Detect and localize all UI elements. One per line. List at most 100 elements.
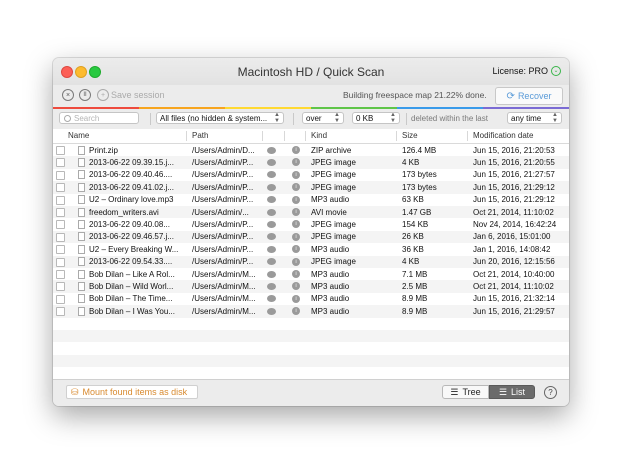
cell-path: /Users/Admin/D... xyxy=(192,145,255,155)
row-checkbox[interactable] xyxy=(56,146,65,155)
table-row[interactable]: 2013-06-22 09.40.46.... /Users/Admin/P...… xyxy=(53,169,569,181)
info-icon[interactable]: i xyxy=(292,245,300,254)
filter-divider xyxy=(150,113,151,125)
recover-button[interactable]: ⟳ Recover xyxy=(495,87,563,105)
info-icon[interactable]: i xyxy=(292,183,300,192)
cell-path: /Users/Admin/M... xyxy=(192,281,256,291)
preview-eye-icon[interactable] xyxy=(267,158,276,166)
cell-modified: Jun 15, 2016, 21:29:12 xyxy=(473,182,555,192)
pause-scan-button[interactable]: II xyxy=(79,89,91,101)
column-header-kind[interactable]: Kind xyxy=(311,131,327,140)
empty-row xyxy=(53,318,569,330)
row-checkbox[interactable] xyxy=(56,307,65,317)
size-operator-select[interactable]: over ▲ ▼ xyxy=(302,112,344,124)
table-row[interactable]: Print.zip/Users/Admin/D... i ZIP archive 12… xyxy=(53,144,569,156)
stop-scan-button[interactable]: × xyxy=(62,89,74,101)
preview-eye-icon[interactable] xyxy=(267,146,276,154)
table-row[interactable]: Bob Dilan – Like A Rol... /Users/Admin/M.… xyxy=(53,268,569,280)
info-icon[interactable]: i xyxy=(292,208,300,216)
info-icon[interactable]: i xyxy=(292,232,300,241)
file-type-icon xyxy=(78,257,85,267)
info-icon[interactable]: i xyxy=(292,257,300,266)
preview-eye-icon[interactable] xyxy=(267,220,276,228)
preview-eye-icon[interactable] xyxy=(267,245,276,253)
table-row[interactable]: 2013-06-22 09.54.33.... /Users/Admin/P...… xyxy=(53,255,569,268)
table-row[interactable]: 2013-06-22 09.40.08... /Users/Admin/P... i… xyxy=(53,218,569,230)
preview-eye-icon[interactable] xyxy=(267,196,276,204)
preview-eye-icon[interactable] xyxy=(267,295,276,303)
column-divider[interactable] xyxy=(284,131,285,141)
cell-kind: JPEG image xyxy=(311,170,356,180)
cell-path: /Users/Admin/P... xyxy=(192,257,254,267)
file-type-select[interactable]: All files (no hidden & system... ▲ ▼ xyxy=(156,112,284,124)
file-type-icon xyxy=(78,182,85,192)
save-session-button[interactable]: Save session xyxy=(111,90,165,100)
row-checkbox[interactable] xyxy=(56,245,65,255)
info-icon[interactable]: i xyxy=(292,282,300,291)
table-row[interactable]: 2013-06-22 09.39.15.j... /Users/Admin/P..… xyxy=(53,156,569,169)
search-icon xyxy=(64,115,71,122)
preview-eye-icon[interactable] xyxy=(267,258,276,266)
search-input[interactable]: Search xyxy=(59,112,139,124)
info-icon[interactable]: i xyxy=(292,294,300,303)
table-row[interactable]: Bob Dilan – The Time... /Users/Admin/M...… xyxy=(53,293,569,305)
row-checkbox[interactable] xyxy=(56,270,65,279)
column-header-path[interactable]: Path xyxy=(192,131,208,140)
row-checkbox[interactable] xyxy=(56,183,65,193)
chevron-down-icon[interactable]: ⌄ xyxy=(551,66,561,76)
preview-eye-icon[interactable] xyxy=(267,233,276,241)
column-header-size[interactable]: Size xyxy=(402,131,418,140)
row-checkbox[interactable] xyxy=(56,232,65,242)
row-checkbox[interactable] xyxy=(56,257,65,267)
file-type-icon xyxy=(78,219,85,229)
preview-eye-icon[interactable] xyxy=(267,270,276,278)
table-row[interactable]: U2 – Ordinary love.mp3/Users/Admin/P... i… xyxy=(53,194,569,206)
row-checkbox[interactable] xyxy=(56,158,65,168)
column-divider[interactable] xyxy=(396,131,397,141)
info-icon[interactable]: i xyxy=(292,220,300,229)
row-checkbox[interactable] xyxy=(56,282,65,292)
column-divider[interactable] xyxy=(467,131,468,141)
column-divider[interactable] xyxy=(186,131,187,141)
column-divider[interactable] xyxy=(305,131,306,141)
table-row[interactable]: Bob Dilan – I Was You... /Users/Admin/M..… xyxy=(53,305,569,318)
preview-eye-icon[interactable] xyxy=(267,282,276,290)
info-icon[interactable]: i xyxy=(292,270,300,278)
table-row[interactable]: Bob Dilan – Wild Worl... /Users/Admin/M..… xyxy=(53,280,569,293)
row-checkbox[interactable] xyxy=(56,170,65,180)
preview-eye-icon[interactable] xyxy=(267,307,276,315)
preview-eye-icon[interactable] xyxy=(267,171,276,179)
info-icon[interactable]: i xyxy=(292,146,300,154)
row-checkbox[interactable] xyxy=(56,195,65,205)
bottom-bar: ⛁ Mount found items as disk ☰ Tree ☰ Lis… xyxy=(53,379,569,406)
file-type-icon xyxy=(78,170,85,180)
row-checkbox[interactable] xyxy=(56,294,65,304)
row-checkbox[interactable] xyxy=(56,220,65,230)
info-icon[interactable]: i xyxy=(292,158,300,167)
time-range-select[interactable]: any time ▲ ▼ xyxy=(507,112,562,124)
table-row[interactable]: freedom_writers.avi/Users/Admin/... i AVI … xyxy=(53,206,569,219)
info-icon[interactable]: i xyxy=(292,170,300,179)
cell-path: /Users/Admin/P... xyxy=(192,182,254,192)
preview-eye-icon[interactable] xyxy=(267,208,276,216)
select-arrows-icon: ▲ ▼ xyxy=(552,112,558,124)
info-icon[interactable]: i xyxy=(292,307,300,316)
table-row[interactable]: 2013-06-22 09.46.57.j... /Users/Admin/P..… xyxy=(53,230,569,244)
tree-view-button[interactable]: ☰ Tree xyxy=(442,385,489,399)
help-button[interactable]: ? xyxy=(544,386,557,399)
table-row[interactable]: 2013-06-22 09.41.02.j... /Users/Admin/P..… xyxy=(53,181,569,194)
mount-as-disk-button[interactable]: ⛁ Mount found items as disk xyxy=(66,385,198,399)
row-checkbox[interactable] xyxy=(56,208,65,217)
column-header-modified[interactable]: Modification date xyxy=(473,131,533,140)
list-view-button[interactable]: ☰ List xyxy=(489,385,535,399)
column-divider[interactable] xyxy=(262,131,263,141)
preview-eye-icon[interactable] xyxy=(267,183,276,191)
cell-kind: JPEG image xyxy=(311,257,356,267)
size-value-select[interactable]: 0 KB ▲ ▼ xyxy=(352,112,400,124)
file-type-icon xyxy=(78,195,85,205)
column-header-name[interactable]: Name xyxy=(68,131,89,140)
table-row[interactable]: U2 – Every Breaking W... /Users/Admin/P..… xyxy=(53,243,569,255)
info-icon[interactable]: i xyxy=(292,195,300,204)
save-session-add-icon[interactable]: + xyxy=(97,89,109,101)
help-icon: ? xyxy=(548,387,553,397)
